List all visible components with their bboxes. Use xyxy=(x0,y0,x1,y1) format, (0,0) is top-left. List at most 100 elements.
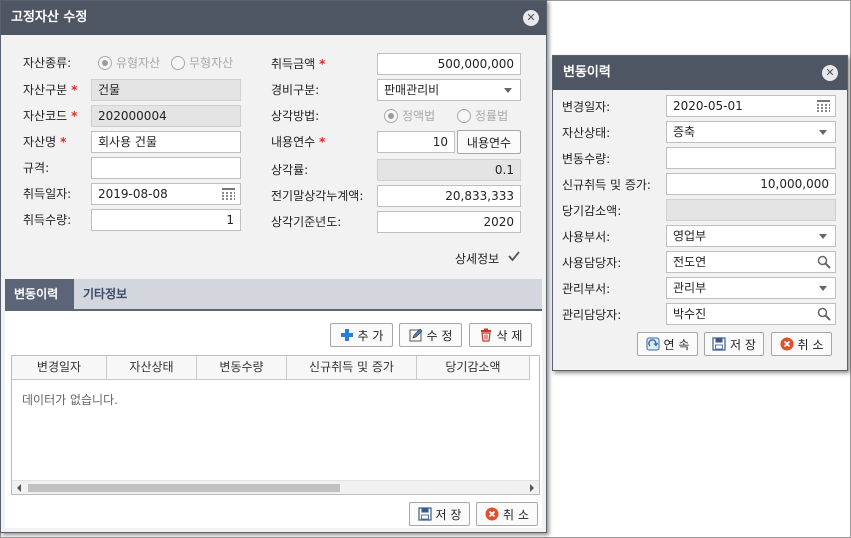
depreciation-base-year-input[interactable]: 2020 xyxy=(377,211,521,233)
close-icon[interactable]: ✕ xyxy=(822,65,838,81)
floppy-icon xyxy=(417,507,432,521)
column-header[interactable]: 당기감소액 xyxy=(417,356,530,380)
admin-department-select[interactable]: 관리부 xyxy=(666,277,836,299)
scroll-left-icon[interactable] xyxy=(17,484,21,492)
accumulated-depreciation-input[interactable]: 20,833,333 xyxy=(377,185,521,207)
radio-tangible[interactable]: 유형자산 xyxy=(98,54,160,71)
edit-button[interactable]: 수 정 xyxy=(399,323,462,347)
useful-life-button[interactable]: 내용연수 xyxy=(457,130,521,154)
admin-department-value: 관리부 xyxy=(673,281,707,295)
delete-button-label: 삭 제 xyxy=(496,328,523,343)
continue-button[interactable]: 연 속 xyxy=(637,332,698,356)
tab-change-history[interactable]: 변동이력 xyxy=(5,279,74,309)
asset-name-input[interactable]: 회사용 건물 xyxy=(91,131,241,153)
admin-manager-input[interactable]: 박수진 xyxy=(666,303,836,325)
history-dialog-titlebar[interactable]: 변동이력 xyxy=(553,56,847,90)
tab-other-info[interactable]: 기타정보 xyxy=(74,279,136,309)
acquisition-qty-input[interactable]: 1 xyxy=(91,209,241,231)
add-button[interactable]: 추 가 xyxy=(330,323,393,347)
tab-bar: 변동이력 기타정보 xyxy=(5,279,542,309)
grid-empty-message: 데이터가 없습니다. xyxy=(22,393,118,407)
change-history-grid[interactable]: 변경일자 자산상태 변동수량 신규취득 및 증가 당기감소액 데이터가 없습니다… xyxy=(11,355,540,495)
user-department-value: 영업부 xyxy=(673,229,707,243)
required-mark: * xyxy=(319,135,326,149)
asset-status-value: 증축 xyxy=(673,125,696,139)
grid-header: 변경일자 자산상태 변동수량 신규취득 및 증가 당기감소액 xyxy=(12,356,530,380)
chevron-down-icon xyxy=(504,88,512,93)
user-manager-input[interactable]: 전도연 xyxy=(666,251,836,273)
history-dialog-title: 변동이력 xyxy=(563,65,611,80)
expense-type-label: 경비구분: xyxy=(271,83,320,97)
radio-declining-balance[interactable]: 정률법 xyxy=(457,107,508,124)
depreciation-rate-field: 0.1 xyxy=(377,159,521,181)
horizontal-scrollbar[interactable] xyxy=(12,480,539,494)
dialog-titlebar[interactable]: 고정자산 수정 xyxy=(1,1,546,35)
column-header[interactable]: 자산상태 xyxy=(107,356,197,380)
acquisition-qty-label: 취득수량: xyxy=(23,213,72,227)
search-icon[interactable] xyxy=(817,255,831,269)
new-acquisition-input[interactable]: 10,000,000 xyxy=(666,173,836,195)
acquisition-amount-input[interactable]: 500,000,000 xyxy=(377,53,521,75)
asset-status-label: 자산상태: xyxy=(562,126,611,140)
continue-button-label: 연 속 xyxy=(663,337,690,352)
change-qty-label: 변동수량: xyxy=(562,152,611,166)
asset-name-label: 자산명 * xyxy=(23,135,67,149)
asset-class-label: 자산구분 * xyxy=(23,83,78,97)
close-icon[interactable]: ✕ xyxy=(523,10,539,26)
user-department-label: 사용부서: xyxy=(562,230,611,244)
radio-straight-line-label: 정액법 xyxy=(402,109,436,123)
change-date-label: 변경일자: xyxy=(562,100,611,114)
calendar-icon[interactable] xyxy=(222,188,235,200)
change-date-value: 2020-05-01 xyxy=(673,99,743,113)
continue-icon xyxy=(646,337,660,351)
admin-manager-value: 박수진 xyxy=(673,307,707,321)
asset-status-select[interactable]: 증축 xyxy=(666,121,836,143)
edit-button-label: 수 정 xyxy=(426,328,453,343)
radio-declining-balance-label: 정률법 xyxy=(475,109,509,123)
checkmark-icon[interactable] xyxy=(507,249,521,263)
scroll-right-icon[interactable] xyxy=(530,484,534,492)
change-date-input[interactable]: 2020-05-01 xyxy=(666,95,836,117)
column-header[interactable]: 신규취득 및 증가 xyxy=(287,356,417,380)
dialog-title: 고정자산 수정 xyxy=(11,10,88,25)
cancel-icon xyxy=(485,507,499,521)
depreciation-base-year-label: 상각기준년도: xyxy=(271,215,342,229)
user-department-select[interactable]: 영업부 xyxy=(666,225,836,247)
required-mark: * xyxy=(60,135,67,149)
acquisition-date-value: 2019-08-08 xyxy=(98,187,168,201)
acquisition-date-input[interactable]: 2019-08-08 xyxy=(91,183,241,205)
history-cancel-button[interactable]: 취 소 xyxy=(771,332,832,356)
asset-type-label: 자산종류: xyxy=(23,56,72,70)
search-icon[interactable] xyxy=(817,307,831,321)
change-qty-input[interactable] xyxy=(666,147,836,169)
column-header[interactable]: 변경일자 xyxy=(12,356,107,380)
asset-code-field: 202000004 xyxy=(91,105,241,127)
column-header[interactable]: 변동수량 xyxy=(197,356,287,380)
useful-life-input[interactable]: 10 xyxy=(377,131,455,153)
radio-intangible[interactable]: 무형자산 xyxy=(171,54,233,71)
fixed-asset-edit-dialog: 고정자산 수정 ✕ 자산종류: 유형자산 무형자산 자산구분 * 건물 자산코드 *… xyxy=(0,0,547,533)
radio-straight-line[interactable]: 정액법 xyxy=(384,107,435,124)
save-button[interactable]: 저 장 xyxy=(409,502,470,526)
cancel-button[interactable]: 취 소 xyxy=(476,502,538,526)
chevron-down-icon xyxy=(819,130,827,135)
asset-code-label: 자산코드 * xyxy=(23,109,78,123)
scrollbar-thumb[interactable] xyxy=(28,484,340,492)
cancel-icon xyxy=(780,337,794,351)
new-acquisition-label: 신규취득 및 증가: xyxy=(562,178,651,192)
required-mark: * xyxy=(319,57,326,71)
useful-life-button-label: 내용연수 xyxy=(466,135,512,150)
calendar-icon[interactable] xyxy=(817,100,830,112)
expense-type-value: 판매관리비 xyxy=(384,83,440,97)
period-decrease-label: 당기감소액: xyxy=(562,204,622,218)
radio-dot xyxy=(384,108,398,123)
spec-input[interactable] xyxy=(91,157,241,179)
change-history-dialog: 변동이력 ✕ 변경일자: 2020-05-01 자산상태: 증축 변동수량: 신… xyxy=(552,55,848,371)
chevron-down-icon xyxy=(819,286,827,291)
delete-button[interactable]: 삭 제 xyxy=(469,323,532,347)
history-save-button[interactable]: 저 장 xyxy=(704,332,764,356)
detail-info-label: 상세정보 xyxy=(455,252,500,266)
expense-type-select[interactable]: 판매관리비 xyxy=(377,79,521,101)
spec-label: 규격: xyxy=(23,161,50,175)
cancel-button-label: 취 소 xyxy=(503,507,529,522)
